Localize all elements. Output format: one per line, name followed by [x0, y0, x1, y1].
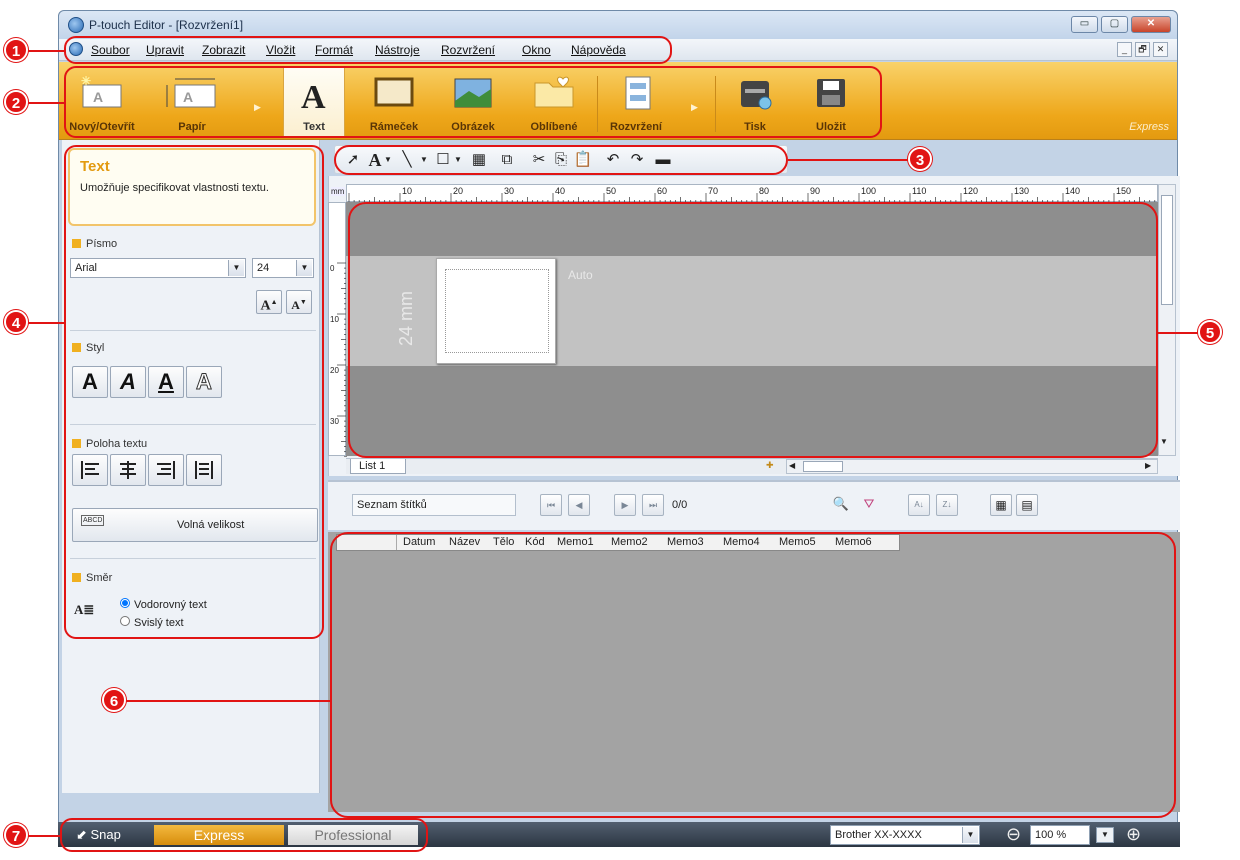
- scroll-down-icon[interactable]: ▼: [1160, 437, 1168, 446]
- callout-outline-properties: [64, 145, 324, 639]
- last-record-button[interactable]: ⏭: [642, 494, 664, 516]
- prev-record-button[interactable]: ◀: [568, 494, 590, 516]
- ruler-tick-label: 140: [1065, 186, 1080, 196]
- zoom-dropdown-icon[interactable]: ▼: [1096, 827, 1114, 843]
- next-record-button[interactable]: ▶: [614, 494, 636, 516]
- first-record-button[interactable]: ⏮: [540, 494, 562, 516]
- ruler-tick-label: 90: [810, 186, 820, 196]
- mdi-restore-button[interactable]: 🗗: [1135, 42, 1150, 57]
- ruler-tick-label: 120: [963, 186, 978, 196]
- ruler-tick-label: 30: [504, 186, 514, 196]
- hscroll-thumb[interactable]: [803, 461, 843, 472]
- vruler-tick-label: 0: [330, 264, 335, 273]
- vruler-tick-label: 20: [330, 366, 339, 375]
- callout-leader-3: [788, 159, 910, 161]
- chevron-down-icon[interactable]: ▼: [962, 827, 978, 843]
- window-title: P-touch Editor - [Rozvržení1]: [89, 18, 244, 32]
- search-icon[interactable]: 🔍: [830, 494, 852, 516]
- minimize-button[interactable]: ▭: [1071, 16, 1098, 33]
- sheet-tab-bar: List 1 ✚ ◀ ▶: [346, 458, 1158, 474]
- callout-outline-database: [330, 532, 1176, 818]
- callout-6: 6: [102, 688, 126, 712]
- vertical-ruler-ticks: 010203040: [330, 262, 347, 477]
- express-brand: Express: [1129, 121, 1169, 133]
- ruler-tick-label: 130: [1014, 186, 1029, 196]
- ruler-tick-label: 10: [402, 186, 412, 196]
- callout-outline-statusbar: [60, 818, 428, 852]
- callout-outline-layout: [348, 202, 1158, 458]
- vruler-tick-label: 10: [330, 315, 339, 324]
- ruler-tick-label: 100: [861, 186, 876, 196]
- callout-leader-5: [1158, 332, 1200, 334]
- ruler-tick-label: 80: [759, 186, 769, 196]
- horizontal-ruler: mm 1020304050607080901001101201301401501…: [331, 184, 1177, 203]
- callout-leader-6: [118, 700, 330, 702]
- scroll-right-icon[interactable]: ▶: [1145, 461, 1151, 470]
- callout-7: 7: [4, 823, 28, 847]
- vruler-tick-label: 30: [330, 417, 339, 426]
- callout-leader-2: [28, 102, 64, 104]
- mdi-close-button[interactable]: ✕: [1153, 42, 1168, 57]
- maximize-button[interactable]: ▢: [1101, 16, 1128, 33]
- ruler-tick-label: 110: [912, 186, 926, 196]
- sort-descending-icon[interactable]: Z↓: [936, 494, 958, 516]
- ruler-unit-label: mm: [331, 187, 345, 196]
- ruler-tick-label: 20: [453, 186, 463, 196]
- mdi-minimize-button[interactable]: _: [1117, 42, 1132, 57]
- printer-value: Brother XX-XXXX: [835, 829, 922, 841]
- label-list-field[interactable]: Seznam štítků: [352, 494, 516, 516]
- callout-outline-toolbar: [334, 145, 788, 175]
- sort-ascending-icon[interactable]: A↓: [908, 494, 930, 516]
- callout-leader-7: [28, 835, 60, 837]
- zoom-in-button[interactable]: ⊕: [1126, 824, 1141, 844]
- new-sheet-icon[interactable]: ✚: [766, 460, 774, 471]
- database-toolbar: Seznam štítků ⏮ ◀ ▶ ⏭ 0/0 🔍 ⛛ A↓ Z↓ ▦ ▤: [328, 480, 1180, 530]
- horizontal-ruler-ticks: 10203040506070809010011012013014015016: [348, 186, 1177, 203]
- callout-4: 4: [4, 310, 28, 334]
- ruler-tick-label: 50: [606, 186, 616, 196]
- callout-outline-menu: [64, 36, 672, 64]
- ruler-tick-label: 150: [1116, 186, 1131, 196]
- callout-leader-4: [28, 322, 64, 324]
- printer-select[interactable]: Brother XX-XXXX ▼: [830, 825, 980, 845]
- zoom-out-button[interactable]: ⊖: [1006, 824, 1021, 844]
- zoom-select[interactable]: 100 %: [1030, 825, 1090, 845]
- callout-leader-1: [28, 50, 64, 52]
- callout-3: 3: [908, 147, 932, 171]
- sheet-tab[interactable]: List 1: [350, 459, 406, 474]
- vertical-ruler: 010203040: [328, 202, 347, 477]
- ruler-tick-label: 60: [657, 186, 667, 196]
- callout-outline-ribbon: [64, 66, 882, 138]
- filter-icon[interactable]: ⛛: [858, 494, 880, 516]
- ruler-tick-label: 70: [708, 186, 718, 196]
- zoom-value: 100 %: [1035, 829, 1067, 841]
- callout-1: 1: [4, 38, 28, 62]
- callout-5: 5: [1198, 320, 1222, 344]
- title-bar: P-touch Editor - [Rozvržení1] ▭ ▢ ✕: [59, 11, 1177, 39]
- vertical-scrollbar[interactable]: ▼: [1158, 184, 1176, 456]
- callout-2: 2: [4, 90, 28, 114]
- grid-view-icon[interactable]: ▦: [990, 494, 1012, 516]
- scroll-left-icon[interactable]: ◀: [789, 461, 795, 470]
- horizontal-scrollbar[interactable]: ◀ ▶: [786, 459, 1158, 474]
- form-view-icon[interactable]: ▤: [1016, 494, 1038, 516]
- close-button[interactable]: ✕: [1131, 16, 1171, 33]
- record-counter: 0/0: [672, 499, 688, 511]
- scroll-thumb[interactable]: [1161, 195, 1173, 305]
- app-icon: [68, 17, 84, 33]
- ruler-tick-label: 40: [555, 186, 565, 196]
